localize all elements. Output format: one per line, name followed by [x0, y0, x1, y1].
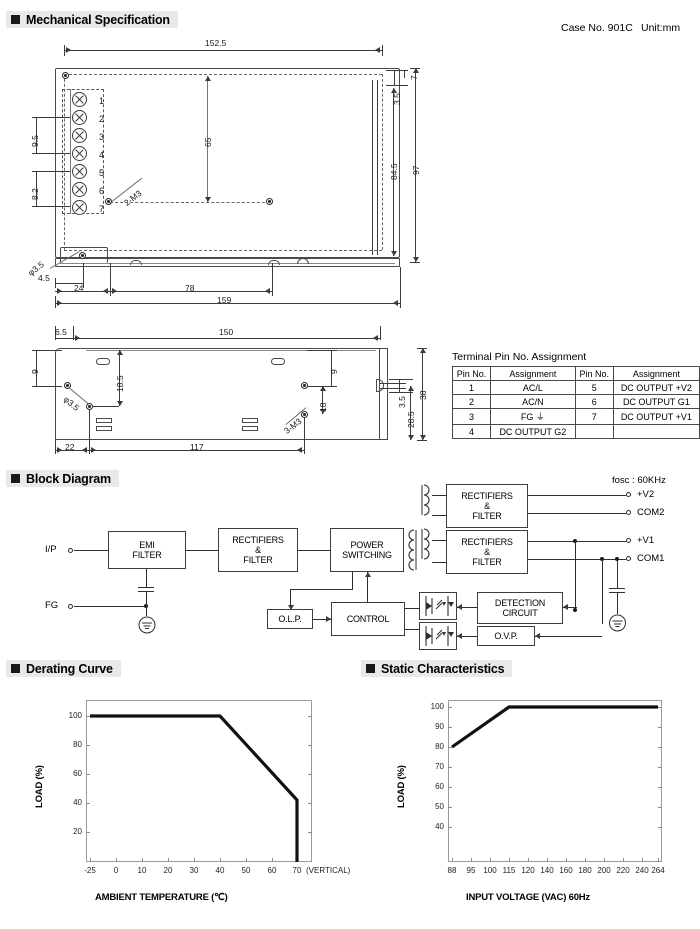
wire-to-y-cap	[617, 559, 618, 588]
derating-x-axis-title: AMBIENT TEMPERATURE (℃)	[95, 892, 228, 903]
secondary-earth-ground-icon	[608, 614, 627, 637]
wire-input-to-emi	[74, 550, 108, 551]
section-title-derating: Derating Curve	[26, 661, 113, 676]
section-bullet-icon	[11, 664, 20, 673]
wire-output-v2	[528, 495, 626, 496]
block-ovp-label: O.V.P.	[494, 630, 518, 641]
output-terminal-v2	[626, 492, 631, 497]
transformer-primary-icon	[404, 528, 418, 578]
static-characteristics-chart: 100 90 80 70 60 50 40 88 95 100 115 120 …	[350, 690, 700, 929]
wire-power-to-olp	[290, 589, 353, 590]
wire-sec-to-rect-v1b	[432, 562, 446, 563]
wire-control-to-opto2	[405, 629, 419, 630]
output-label-com2: COM2	[637, 507, 665, 518]
block-diagram-canvas: I/P FG EMI FILTER RECTIFIERS & FILTER PO…	[0, 0, 700, 660]
wire-feedback-v1	[575, 541, 576, 610]
wire-emi-to-rect	[186, 550, 218, 551]
derating-y-axis-title: LOAD (%)	[34, 765, 45, 808]
output-terminal-com1	[626, 556, 631, 561]
derating-curve-chart: 100 80 60 40 20 -25 0 10 20 30 40 50 60 …	[0, 690, 350, 929]
output-terminal-v1	[626, 538, 631, 543]
block-rectifiers-v2-label: RECTIFIERS & FILTER	[461, 490, 513, 522]
transformer-secondary-v1-icon	[420, 527, 434, 580]
static-x-axis-title: INPUT VOLTAGE (VAC) 60Hz	[466, 892, 590, 903]
section-header-derating-curve: Derating Curve	[6, 660, 121, 677]
block-olp-label: O.L.P.	[278, 613, 302, 624]
wire-sec-to-rect-v1	[432, 540, 446, 541]
y-cap-plate-top	[609, 588, 625, 589]
wire-output-v1	[528, 541, 626, 542]
arrow-v1-to-detection	[563, 604, 568, 610]
wire-fg-to-gnd	[146, 606, 147, 616]
block-rectifiers-v1-label: RECTIFIERS & FILTER	[461, 536, 513, 568]
section-header-static-characteristics: Static Characteristics	[361, 660, 513, 677]
wire-y-cap-to-gnd	[617, 592, 618, 614]
block-control: CONTROL	[331, 602, 405, 636]
input-terminal-node	[68, 548, 73, 553]
wire-feedback-com1	[602, 559, 603, 624]
section-bullet-icon	[366, 664, 375, 673]
junction-dot-ycap	[615, 557, 619, 561]
arrow-com1-to-ovp	[535, 633, 540, 639]
arrow-detection-to-opto	[457, 604, 462, 610]
wire-sec-to-rect-v2	[432, 495, 446, 496]
wire-control-to-opto1	[405, 608, 419, 609]
wire-cap-to-fg	[146, 591, 147, 606]
block-detection-circuit: DETECTION CIRCUIT	[477, 592, 563, 624]
static-y-axis-title: LOAD (%)	[396, 765, 407, 808]
cap-plate-top	[138, 587, 154, 588]
junction-dot-detection	[573, 608, 577, 612]
output-label-com1: COM1	[637, 553, 665, 564]
block-rectifiers-filter-v1: RECTIFIERS & FILTER	[446, 530, 528, 574]
block-ovp: O.V.P.	[477, 626, 535, 646]
arrow-to-power-switching	[364, 572, 371, 577]
arrow-ovp-to-opto	[457, 633, 462, 639]
block-control-label: CONTROL	[346, 613, 390, 624]
block-emi-filter-label: EMI FILTER	[132, 539, 162, 560]
block-olp: O.L.P.	[267, 609, 313, 629]
earth-ground-icon	[137, 616, 157, 639]
wire-output-com2	[528, 513, 626, 514]
block-power-switching: POWER SWITCHING	[330, 528, 404, 572]
wire-com1-to-ovp	[535, 636, 602, 637]
output-terminal-com2	[626, 510, 631, 515]
section-title-static: Static Characteristics	[381, 661, 505, 676]
block-rectifiers-filter-v2: RECTIFIERS & FILTER	[446, 484, 528, 528]
block-detection-circuit-label: DETECTION CIRCUIT	[494, 597, 546, 618]
input-terminal-label: I/P	[45, 544, 57, 555]
wire-emi-to-cap	[146, 569, 147, 587]
optocoupler-lower	[419, 622, 457, 650]
block-emi-filter: EMI FILTER	[108, 531, 186, 569]
wire-output-com1	[528, 559, 626, 560]
wire-sec-to-rect-v2b	[432, 515, 446, 516]
wire-fg	[74, 606, 146, 607]
transformer-secondary-v2-icon	[420, 483, 434, 530]
block-input-rectifiers-label: RECTIFIERS & FILTER	[232, 534, 284, 566]
output-label-v1: +V1	[637, 535, 655, 546]
block-input-rectifiers-filter: RECTIFIERS & FILTER	[218, 528, 298, 572]
block-power-switching-label: POWER SWITCHING	[342, 539, 392, 560]
optocoupler-upper	[419, 592, 457, 620]
fg-terminal-label: FG	[45, 600, 59, 611]
wire-rect-to-power	[298, 550, 330, 551]
wire-power-down	[352, 572, 353, 589]
output-label-v2: +V2	[637, 489, 655, 500]
fg-terminal-node	[68, 604, 73, 609]
